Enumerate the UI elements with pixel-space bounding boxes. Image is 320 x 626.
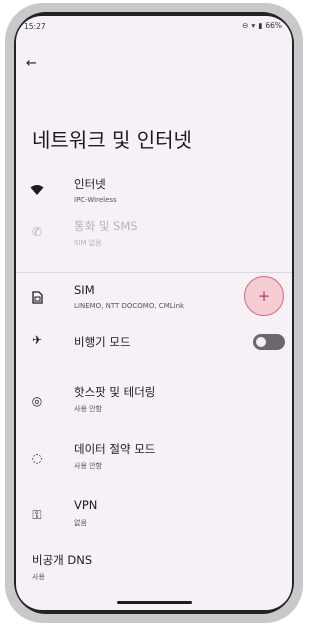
screen: 15:27 ⊖ ▾ ▮ 66% ← 네트워크 및 인터넷 인터넷 IPC-Wir…: [16, 16, 292, 610]
list-item-private-dns[interactable]: 비공개 DNS 사용: [16, 552, 292, 592]
list-item-airplane-mode[interactable]: ✈ 비행기 모드: [16, 332, 292, 354]
hotspot-icon: ◎: [31, 394, 43, 408]
back-button[interactable]: ←: [26, 56, 37, 71]
item-summary: 사용: [32, 573, 45, 581]
item-summary: 사용 안함: [74, 462, 102, 470]
divider: [16, 272, 292, 273]
dnd-icon: ⊖: [242, 21, 249, 30]
battery-percent: 66%: [265, 21, 282, 30]
toggle-knob: [256, 337, 266, 347]
battery-icon: ▮: [258, 21, 263, 30]
list-item-hotspot[interactable]: ◎ 핫스팟 및 테더링 사용 안함: [16, 384, 292, 424]
item-label: 핫스팟 및 테더링: [74, 385, 156, 399]
list-item-internet[interactable]: 인터넷 IPC-Wireless: [16, 176, 292, 216]
item-summary: 없음: [74, 519, 87, 527]
vpn-key-icon: ⚿: [32, 507, 42, 522]
list-item-data-saver[interactable]: ◌ 데이터 절약 모드 사용 안함: [16, 441, 292, 481]
item-label: VPN: [74, 498, 98, 512]
item-summary: SIM 없음: [74, 239, 102, 247]
airplane-mode-toggle[interactable]: [253, 334, 285, 350]
page-title: 네트워크 및 인터넷: [32, 128, 192, 152]
list-item-calls-sms[interactable]: ✆ 통화 및 SMS SIM 없음: [16, 218, 292, 258]
add-sim-button[interactable]: +: [244, 276, 284, 316]
item-label: 통화 및 SMS: [74, 219, 138, 233]
item-label: 비공개 DNS: [32, 553, 93, 567]
data-saver-icon: ◌: [31, 451, 43, 465]
gesture-nav-bar[interactable]: [117, 601, 192, 604]
status-icons: ⊖ ▾ ▮ 66%: [242, 21, 282, 30]
calls-sms-icon: ✆: [31, 225, 43, 239]
list-item-vpn[interactable]: ⚿ VPN 없음: [16, 498, 292, 538]
arrow-left-icon: ←: [26, 56, 37, 71]
item-label: 데이터 절약 모드: [74, 442, 156, 456]
item-summary: IPC-Wireless: [74, 196, 117, 204]
sim-card-icon: [30, 290, 44, 304]
item-label: 비행기 모드: [74, 335, 131, 349]
item-label: 인터넷: [74, 177, 106, 191]
status-bar: 15:27 ⊖ ▾ ▮ 66%: [16, 16, 292, 36]
plus-icon: +: [257, 287, 271, 305]
item-summary: 사용 안함: [74, 405, 102, 413]
status-time: 15:27: [24, 22, 46, 31]
item-summary: LINEMO, NTT DOCOMO, CMLink: [74, 302, 185, 310]
wifi-icon: [30, 183, 44, 197]
wifi-status-icon: ▾: [251, 21, 256, 30]
airplane-icon: ✈: [31, 333, 43, 347]
item-label: SIM: [74, 283, 95, 297]
